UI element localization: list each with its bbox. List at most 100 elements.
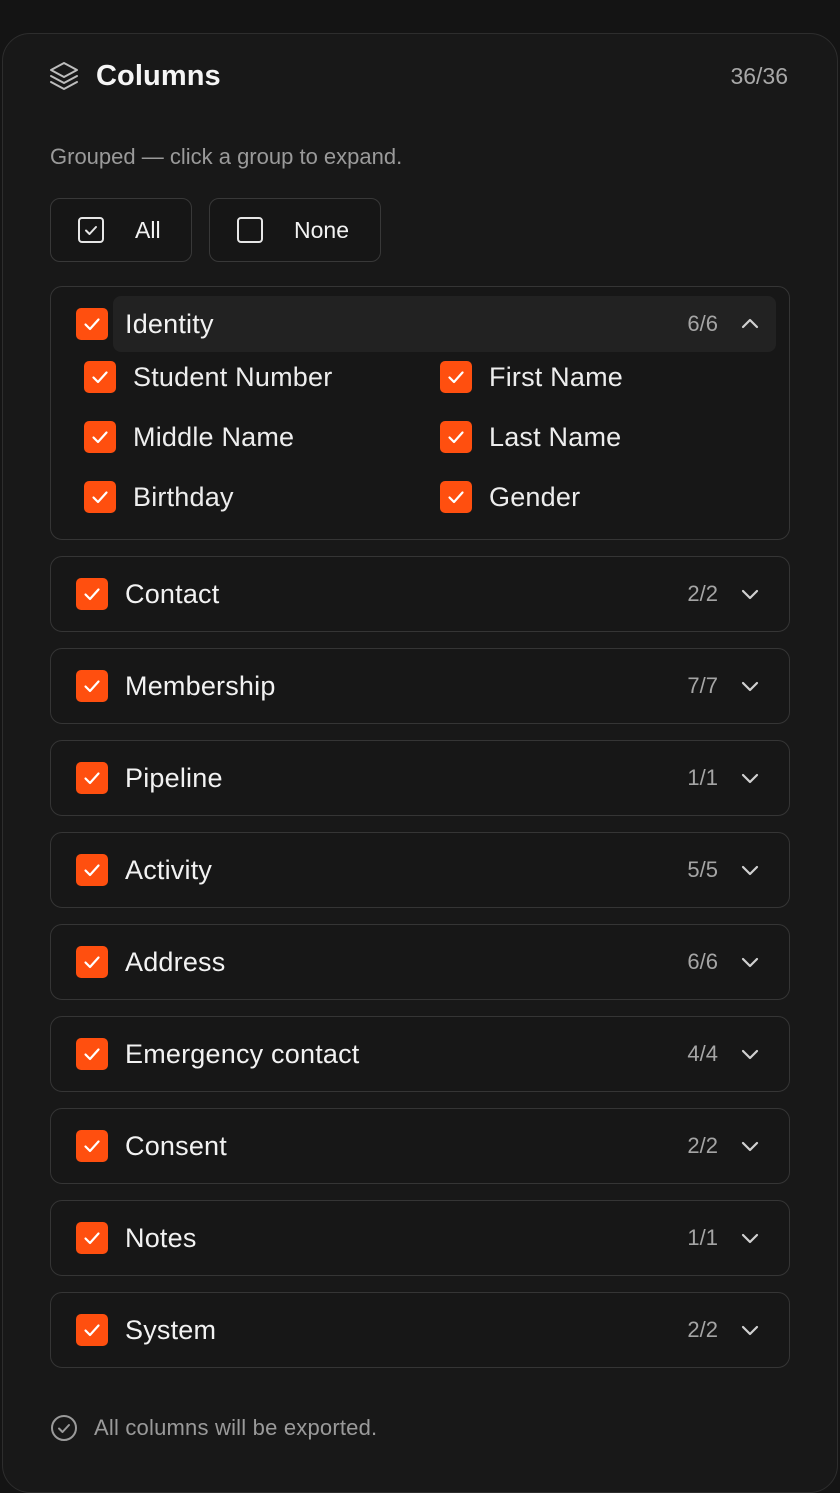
column-checkbox[interactable] bbox=[84, 421, 116, 453]
check-icon bbox=[81, 767, 103, 789]
group-header[interactable]: System 2/2 bbox=[51, 1293, 789, 1367]
chevron-down-icon[interactable] bbox=[738, 1134, 762, 1158]
group-contact: Contact 2/2 bbox=[50, 556, 790, 632]
group-checkbox[interactable] bbox=[76, 946, 108, 978]
select-all-button[interactable]: All bbox=[50, 198, 192, 262]
chevron-up-icon[interactable] bbox=[738, 312, 762, 336]
group-checkbox[interactable] bbox=[76, 854, 108, 886]
check-icon bbox=[89, 366, 111, 388]
group-count: 2/2 bbox=[687, 1133, 718, 1158]
check-icon bbox=[81, 859, 103, 881]
column-checkbox[interactable] bbox=[84, 361, 116, 393]
group-header[interactable]: Address 6/6 bbox=[51, 925, 789, 999]
chevron-down-icon[interactable] bbox=[738, 1226, 762, 1250]
group-address: Address 6/6 bbox=[50, 924, 790, 1000]
column-checkbox[interactable] bbox=[440, 361, 472, 393]
column-option[interactable]: Birthday bbox=[84, 481, 440, 513]
group-checkbox[interactable] bbox=[76, 578, 108, 610]
group-checkbox[interactable] bbox=[76, 308, 108, 340]
column-option[interactable]: Gender bbox=[440, 481, 770, 513]
group-header[interactable]: Consent 2/2 bbox=[51, 1109, 789, 1183]
selected-count: 36/36 bbox=[730, 62, 788, 89]
chevron-down-icon[interactable] bbox=[738, 674, 762, 698]
column-option[interactable]: Last Name bbox=[440, 421, 770, 453]
group-checkbox[interactable] bbox=[76, 1038, 108, 1070]
group-checkbox[interactable] bbox=[76, 762, 108, 794]
panel-header: Columns 36/36 bbox=[48, 56, 788, 96]
group-name: Contact bbox=[125, 578, 220, 609]
column-option[interactable]: Middle Name bbox=[84, 421, 440, 453]
check-circle-icon bbox=[50, 1414, 78, 1442]
check-icon bbox=[81, 583, 103, 605]
check-icon bbox=[81, 1043, 103, 1065]
group-name: System bbox=[125, 1314, 217, 1345]
chevron-down-icon[interactable] bbox=[738, 1318, 762, 1342]
column-label: Birthday bbox=[133, 481, 234, 512]
column-option[interactable]: First Name bbox=[440, 361, 770, 393]
group-checkbox[interactable] bbox=[76, 670, 108, 702]
chevron-down-icon[interactable] bbox=[738, 766, 762, 790]
group-identity: Identity 6/6 Student Number First Name Middl… bbox=[50, 286, 790, 540]
column-option[interactable]: Student Number bbox=[84, 361, 440, 393]
chevron-down-icon[interactable] bbox=[738, 950, 762, 974]
bulk-actions: All None bbox=[50, 198, 381, 262]
column-checkbox[interactable] bbox=[440, 421, 472, 453]
column-checkbox[interactable] bbox=[84, 481, 116, 513]
group-count: 2/2 bbox=[687, 1317, 718, 1342]
group-name: Emergency contact bbox=[125, 1038, 360, 1069]
group-name: Address bbox=[125, 946, 226, 977]
group-header[interactable]: Notes 1/1 bbox=[51, 1201, 789, 1275]
column-label: Gender bbox=[489, 481, 581, 512]
check-icon bbox=[81, 675, 103, 697]
group-count: 1/1 bbox=[687, 1225, 718, 1250]
check-icon bbox=[81, 951, 103, 973]
column-label: Last Name bbox=[489, 421, 622, 452]
group-emergency-contact: Emergency contact 4/4 bbox=[50, 1016, 790, 1092]
check-icon bbox=[81, 1319, 103, 1341]
check-icon bbox=[445, 426, 467, 448]
check-icon bbox=[81, 1227, 103, 1249]
column-checkbox[interactable] bbox=[440, 481, 472, 513]
group-name: Activity bbox=[125, 854, 213, 885]
group-name: Notes bbox=[125, 1222, 197, 1253]
group-notes: Notes 1/1 bbox=[50, 1200, 790, 1276]
column-label: Middle Name bbox=[133, 421, 295, 452]
group-system: System 2/2 bbox=[50, 1292, 790, 1368]
group-checkbox[interactable] bbox=[76, 1314, 108, 1346]
group-count: 7/7 bbox=[687, 673, 718, 698]
check-icon bbox=[89, 486, 111, 508]
group-header[interactable]: Emergency contact 4/4 bbox=[51, 1017, 789, 1091]
check-icon bbox=[89, 426, 111, 448]
group-checkbox[interactable] bbox=[76, 1222, 108, 1254]
group-header[interactable]: Identity 6/6 bbox=[51, 287, 789, 361]
check-icon bbox=[81, 1135, 103, 1157]
checkbox-empty-icon bbox=[236, 216, 264, 244]
group-items: Student Number First Name Middle Name Last … bbox=[51, 361, 789, 539]
group-count: 6/6 bbox=[687, 949, 718, 974]
group-header[interactable]: Pipeline 1/1 bbox=[51, 741, 789, 815]
group-header[interactable]: Contact 2/2 bbox=[51, 557, 789, 631]
group-header[interactable]: Activity 5/5 bbox=[51, 833, 789, 907]
check-icon bbox=[445, 486, 467, 508]
layers-icon bbox=[48, 60, 80, 92]
column-label: First Name bbox=[489, 361, 624, 392]
chevron-down-icon[interactable] bbox=[738, 1042, 762, 1066]
group-count: 4/4 bbox=[687, 1041, 718, 1066]
group-count: 2/2 bbox=[687, 581, 718, 606]
export-status: All columns will be exported. bbox=[50, 1414, 377, 1442]
group-consent: Consent 2/2 bbox=[50, 1108, 790, 1184]
chevron-down-icon[interactable] bbox=[738, 858, 762, 882]
group-pipeline: Pipeline 1/1 bbox=[50, 740, 790, 816]
column-groups: Identity 6/6 Student Number First Name Middl… bbox=[50, 286, 790, 1384]
subtitle: Grouped — click a group to expand. bbox=[50, 144, 403, 169]
chevron-down-icon[interactable] bbox=[738, 582, 762, 606]
group-count: 1/1 bbox=[687, 765, 718, 790]
group-checkbox[interactable] bbox=[76, 1130, 108, 1162]
group-header[interactable]: Membership 7/7 bbox=[51, 649, 789, 723]
group-activity: Activity 5/5 bbox=[50, 832, 790, 908]
checkbox-checked-icon bbox=[77, 216, 105, 244]
group-name: Pipeline bbox=[125, 762, 223, 793]
group-name: Membership bbox=[125, 670, 276, 701]
select-all-label: All bbox=[135, 216, 161, 243]
select-none-button[interactable]: None bbox=[209, 198, 381, 262]
